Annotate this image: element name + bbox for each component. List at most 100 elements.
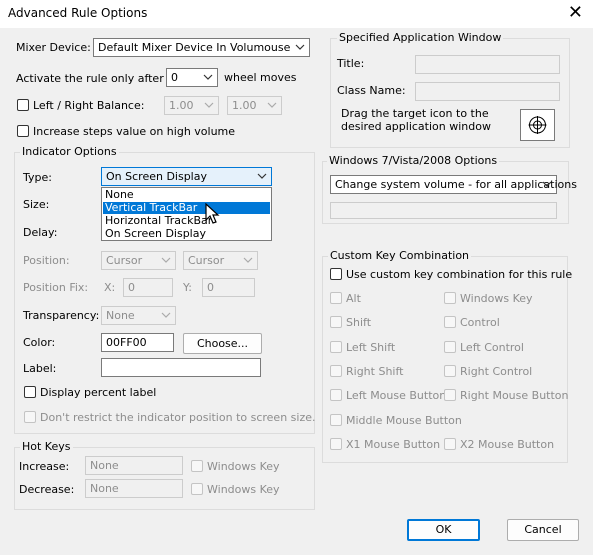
increase-steps-label: Increase steps value on high volume (33, 125, 236, 138)
class-name-input[interactable] (415, 82, 560, 101)
class-name-label: Class Name: (337, 84, 406, 97)
shift-label: Shift (346, 316, 372, 329)
left-control-checkbox[interactable] (444, 341, 456, 353)
chevron-down-icon (295, 44, 305, 50)
increase-hotkey-input[interactable]: None (85, 456, 183, 475)
x-label: X: (104, 281, 116, 294)
balance-checkbox[interactable] (17, 99, 29, 111)
ok-button[interactable]: OK (407, 519, 480, 541)
transparency-value: None (106, 309, 135, 322)
right-control-checkbox[interactable] (444, 365, 456, 377)
position-fix-x-value: 0 (128, 281, 135, 294)
increase-label: Increase: (19, 460, 70, 473)
alt-label: Alt (346, 292, 361, 305)
mixer-device-select[interactable]: Default Mixer Device In Volumouse (93, 38, 310, 57)
shift-checkbox[interactable] (330, 316, 342, 328)
app-title-label: Title: (337, 57, 365, 70)
wheel-moves-label: wheel moves (224, 71, 297, 84)
decrease-label: Decrease: (19, 483, 75, 496)
right-shift-label: Right Shift (346, 365, 404, 378)
chevron-down-icon (542, 181, 552, 187)
left-shift-checkbox[interactable] (330, 341, 342, 353)
x2-mouse-checkbox[interactable] (444, 438, 456, 450)
win7-volume-select[interactable]: Change system volume - for all applicati… (330, 175, 577, 194)
type-select[interactable]: On Screen Display (101, 167, 272, 186)
position-x-select[interactable]: Cursor (101, 251, 176, 270)
position-x-value: Cursor (106, 254, 143, 267)
middle-mouse-checkbox[interactable] (330, 414, 342, 426)
window-title: Advanced Rule Options (8, 6, 148, 20)
windows-key-checkbox[interactable] (444, 292, 456, 304)
type-option-vertical-trackbar[interactable]: Vertical TrackBar (103, 202, 270, 214)
color-input[interactable]: 00FF00 (101, 333, 174, 352)
custom-key-title: Custom Key Combination (328, 249, 472, 262)
position-fix-x-input[interactable]: 0 (123, 278, 173, 297)
type-option-none[interactable]: None (103, 189, 270, 201)
position-fix-label: Position Fix: (23, 281, 89, 294)
y-label: Y: (183, 281, 192, 294)
alt-checkbox[interactable] (330, 292, 342, 304)
type-option-horizontal-trackbar[interactable]: Horizontal TrackBar (103, 215, 270, 227)
position-fix-y-input[interactable]: 0 (202, 278, 255, 297)
app-title-input[interactable] (415, 55, 560, 74)
chevron-down-icon (257, 173, 267, 179)
win7-application-input[interactable] (330, 202, 557, 219)
custom-key-group (322, 256, 568, 463)
wheel-moves-value: 0 (171, 71, 178, 84)
use-custom-key-label: Use custom key combination for this rule (346, 268, 573, 281)
indicator-options-title: Indicator Options (20, 145, 119, 158)
type-value: On Screen Display (106, 170, 207, 183)
choose-color-button[interactable]: Choose... (183, 333, 262, 354)
hot-keys-title: Hot Keys (20, 440, 73, 453)
left-shift-label: Left Shift (346, 341, 396, 354)
color-label: Color: (23, 336, 56, 349)
x1-mouse-label: X1 Mouse Button (346, 438, 441, 451)
decrease-hotkey-input[interactable]: None (85, 479, 183, 498)
target-finder-box[interactable] (520, 109, 555, 141)
close-icon[interactable]: ✕ (568, 3, 583, 23)
balance-right-value: 1.00 (232, 99, 257, 112)
left-mouse-checkbox[interactable] (330, 389, 342, 401)
dont-restrict-checkbox[interactable] (24, 411, 36, 423)
increase-steps-checkbox[interactable] (17, 125, 29, 137)
position-y-select[interactable]: Cursor (183, 251, 258, 270)
chevron-down-icon (161, 257, 171, 263)
left-control-label: Left Control (460, 341, 524, 354)
app-window-title: Specified Application Window (337, 31, 504, 44)
mixer-device-label: Mixer Device: (16, 41, 91, 54)
control-label: Control (460, 316, 500, 329)
crosshair-target-icon (528, 116, 547, 134)
x1-mouse-checkbox[interactable] (330, 438, 342, 450)
title-bar: Advanced Rule Options ✕ (0, 0, 593, 28)
win7-volume-value: Change system volume - for all applicati… (335, 178, 577, 191)
right-control-label: Right Control (460, 365, 533, 378)
type-option-on-screen-display[interactable]: On Screen Display (103, 228, 270, 240)
mixer-device-value: Default Mixer Device In Volumouse (98, 41, 291, 54)
label-label: Label: (23, 362, 57, 375)
type-label: Type: (23, 171, 52, 184)
use-custom-key-checkbox[interactable] (330, 268, 342, 280)
balance-left-select[interactable]: 1.00 (164, 96, 219, 115)
drag-target-text: Drag the target icon to the desired appl… (341, 107, 491, 133)
display-percent-checkbox[interactable] (24, 386, 36, 398)
chevron-down-icon (243, 257, 253, 263)
right-shift-checkbox[interactable] (330, 365, 342, 377)
increase-windows-key-checkbox[interactable] (191, 460, 203, 472)
wheel-moves-select[interactable]: 0 (166, 68, 218, 87)
right-mouse-checkbox[interactable] (444, 389, 456, 401)
transparency-select[interactable]: None (101, 306, 176, 325)
cancel-button[interactable]: Cancel (507, 519, 579, 541)
decrease-windows-key-checkbox[interactable] (191, 483, 203, 495)
control-checkbox[interactable] (444, 316, 456, 328)
color-value: 00FF00 (106, 336, 147, 349)
position-fix-y-value: 0 (207, 281, 214, 294)
windows-key-label: Windows Key (460, 292, 533, 305)
dont-restrict-label: Don't restrict the indicator position to… (40, 411, 316, 424)
left-mouse-label: Left Mouse Button (346, 389, 447, 402)
increase-windows-key-label: Windows Key (207, 460, 280, 473)
chevron-down-icon (267, 102, 277, 108)
balance-right-select[interactable]: 1.00 (227, 96, 282, 115)
position-label: Position: (23, 254, 70, 267)
mouse-cursor-icon (205, 203, 220, 224)
label-input[interactable] (101, 358, 261, 377)
